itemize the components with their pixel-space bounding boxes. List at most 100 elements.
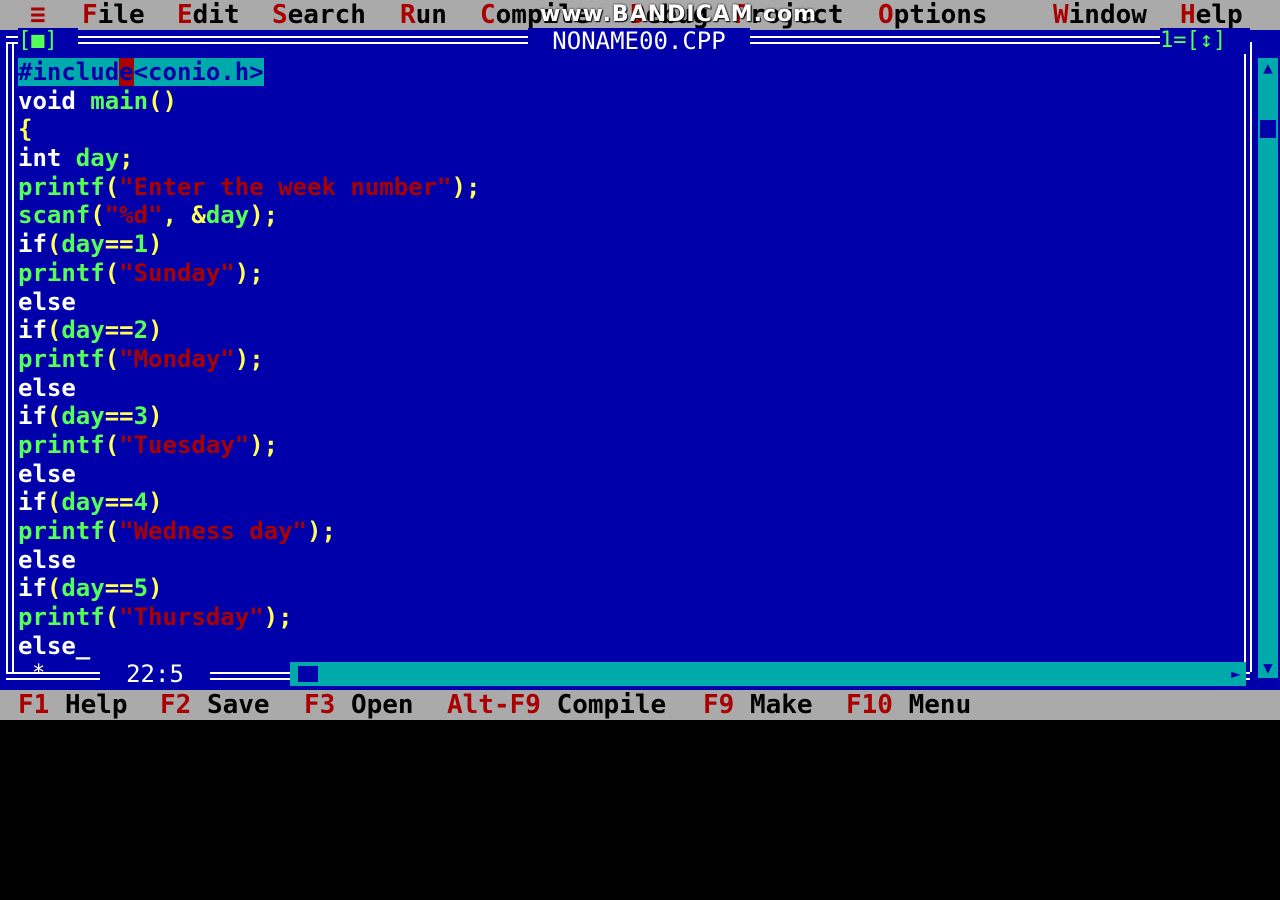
code-token: == — [104, 316, 134, 345]
menu-window[interactable]: Window — [1053, 0, 1147, 30]
code-line[interactable]: printf("Monday"); — [18, 345, 1258, 374]
code-token: if — [18, 574, 47, 603]
code-line[interactable]: if(day==1) — [18, 230, 1258, 259]
code-token: day — [61, 574, 105, 603]
code-line[interactable]: int day; — [18, 144, 1258, 173]
menu-options[interactable]: Options — [878, 0, 988, 30]
menu-help[interactable]: Help — [1180, 0, 1243, 30]
code-line[interactable]: { — [18, 115, 1258, 144]
code-token: void — [18, 86, 91, 115]
code-line[interactable]: printf("Thursday"); — [18, 603, 1258, 632]
code-line[interactable]: if(day==5) — [18, 574, 1258, 603]
editor-window: [■] NONAME00.CPP 1=[↕] #include<conio.h>… — [0, 28, 1280, 690]
code-line[interactable]: else — [18, 374, 1258, 403]
code-token: ); — [234, 258, 264, 287]
code-token: int — [18, 144, 76, 173]
code-token: ( — [46, 488, 62, 517]
code-token: if — [18, 402, 47, 431]
code-token: else — [18, 459, 76, 488]
code-token: ( — [46, 230, 62, 259]
code-token: == — [104, 402, 134, 431]
code-line[interactable]: printf("Sunday"); — [18, 259, 1258, 288]
code-token: day — [61, 402, 105, 431]
code-token: <conio.h> — [133, 58, 264, 86]
code-line[interactable]: scanf("%d", &day); — [18, 201, 1258, 230]
code-token: ( — [46, 316, 62, 345]
fkey-save[interactable]: F2 Save — [160, 690, 270, 720]
code-token: printf — [18, 517, 105, 545]
code-line[interactable]: void main() — [18, 87, 1258, 116]
menu-file[interactable]: File — [82, 0, 145, 30]
code-token: day — [61, 230, 105, 259]
window-close-button[interactable]: [■] — [18, 28, 78, 54]
code-token: == — [104, 488, 134, 517]
code-token: ( — [104, 517, 120, 545]
vertical-scroll-thumb[interactable] — [1260, 120, 1276, 138]
code-line[interactable]: if(day==3) — [18, 402, 1258, 431]
code-token: printf — [18, 430, 105, 459]
code-token: ( — [104, 172, 120, 201]
code-token: if — [18, 488, 47, 517]
code-token: ); — [249, 201, 279, 230]
code-line[interactable]: else — [18, 546, 1258, 575]
code-token: "Tuesday" — [119, 430, 250, 459]
code-token: "Wedness day" — [119, 517, 307, 545]
code-token: ); — [451, 172, 481, 201]
menu-search[interactable]: Search — [272, 0, 366, 30]
window-left-border — [6, 42, 14, 672]
modified-indicator: * — [32, 661, 46, 686]
code-token: ); — [234, 344, 264, 373]
code-token: day — [75, 144, 120, 173]
code-line[interactable]: else — [18, 288, 1258, 317]
code-line[interactable]: printf("Enter the week number"); — [18, 173, 1258, 202]
function-key-bar: F1 Help F2 Save F3 Open Alt-F9 Compile F… — [0, 690, 1280, 720]
menu-run[interactable]: Run — [400, 0, 447, 30]
code-token: ) — [148, 488, 163, 517]
window-title: NONAME00.CPP — [528, 28, 750, 56]
fkey-open[interactable]: F3 Open — [304, 690, 414, 720]
code-line[interactable]: else — [18, 460, 1258, 489]
code-token: ); — [249, 430, 279, 459]
code-token: { — [18, 115, 33, 144]
code-token: ( — [90, 201, 105, 230]
code-token: printf — [18, 172, 105, 201]
code-token: printf — [18, 603, 105, 632]
text-cursor: _ — [75, 631, 91, 660]
horizontal-scrollbar[interactable]: ► — [290, 662, 1246, 686]
scroll-down-arrow-icon[interactable]: ▼ — [1258, 658, 1278, 678]
code-token: "Enter the week number" — [119, 172, 452, 201]
code-token: printf — [18, 258, 105, 287]
fkey-compile[interactable]: Alt-F9 Compile — [447, 690, 666, 720]
fkey-help[interactable]: F1 Help — [18, 690, 128, 720]
code-token: ( — [104, 258, 120, 287]
system-menu-icon[interactable]: ≡ — [30, 0, 46, 30]
code-token: == — [104, 574, 134, 603]
code-token: "Sunday" — [119, 258, 235, 287]
scroll-right-arrow-icon[interactable]: ► — [1226, 662, 1246, 686]
code-token: else — [18, 373, 76, 402]
code-line[interactable]: printf("Wedness day"); — [18, 517, 1258, 546]
code-token: if — [18, 316, 47, 345]
vertical-scrollbar[interactable]: ▲ ▼ — [1258, 58, 1278, 678]
code-line[interactable]: else_ — [18, 632, 1258, 661]
code-token: ) — [148, 574, 163, 603]
code-token: if — [18, 230, 47, 259]
code-line[interactable]: printf("Tuesday"); — [18, 431, 1258, 460]
code-line[interactable]: if(day==2) — [18, 316, 1258, 345]
code-line[interactable]: if(day==4) — [18, 488, 1258, 517]
code-editor[interactable]: #include<conio.h> void main(){int day; pri… — [18, 58, 1258, 678]
fkey-make[interactable]: F9 Make — [703, 690, 813, 720]
recording-watermark: www.BANDICAM.com — [540, 2, 818, 27]
code-token: else — [18, 545, 76, 574]
menu-edit[interactable]: Edit — [177, 0, 240, 30]
window-number-zoom-button[interactable]: 1=[↕] — [1160, 28, 1250, 54]
code-token: ( — [104, 344, 120, 373]
scroll-up-arrow-icon[interactable]: ▲ — [1258, 58, 1278, 78]
horizontal-scroll-thumb[interactable] — [298, 666, 318, 682]
code-line[interactable]: #include<conio.h> — [18, 58, 1258, 87]
code-token: ( — [46, 574, 62, 603]
code-token: ) — [148, 402, 163, 431]
code-token: ( — [104, 430, 120, 459]
code-token: () — [148, 86, 177, 115]
fkey-menu[interactable]: F10 Menu — [846, 690, 971, 720]
